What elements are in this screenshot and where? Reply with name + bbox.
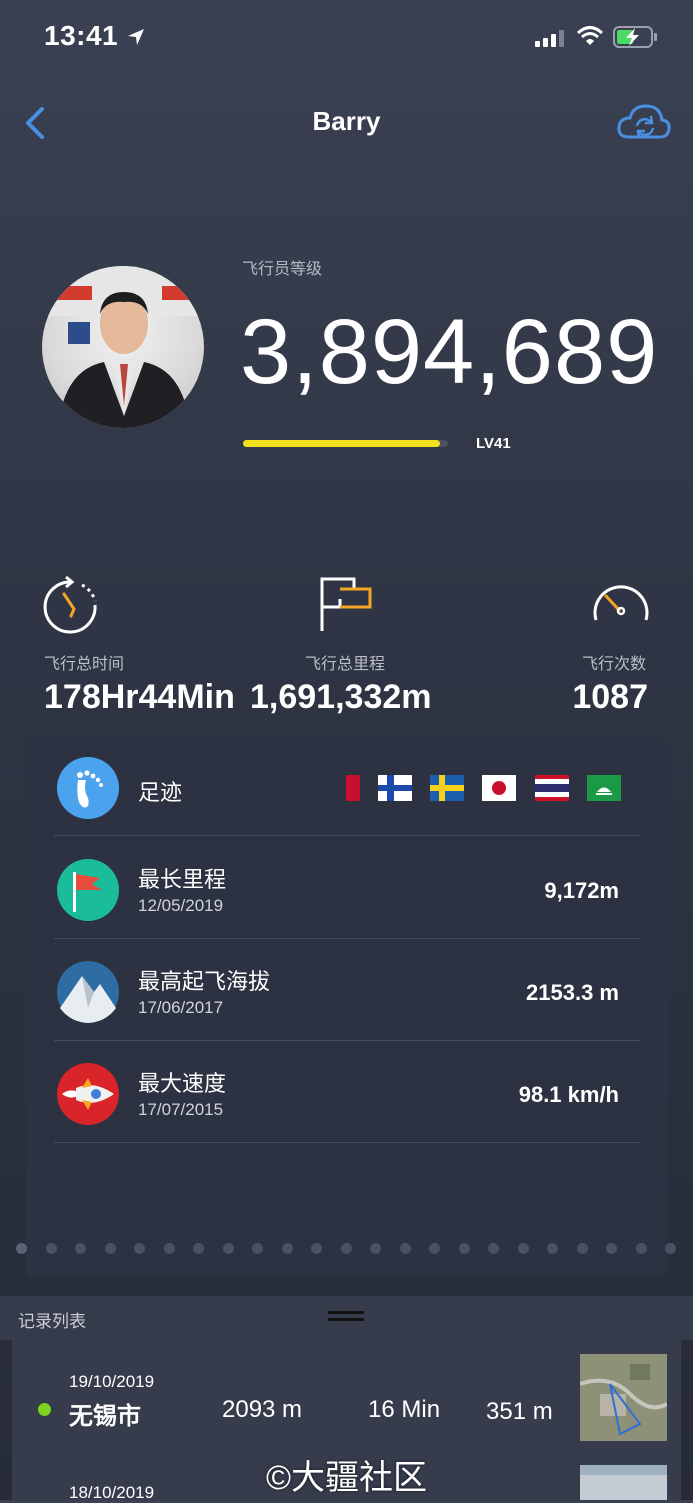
page-dot[interactable] xyxy=(222,1243,234,1254)
page-dot[interactable] xyxy=(547,1243,558,1254)
page-dot[interactable] xyxy=(635,1243,647,1254)
record-list-date: 19/10/2019 xyxy=(69,1372,155,1391)
page-dot[interactable] xyxy=(429,1243,440,1254)
footprint-label: 足迹 xyxy=(138,780,183,805)
thailand-flag-icon xyxy=(535,775,569,801)
record-date: 12/05/2019 xyxy=(138,896,224,915)
page-dot[interactable] xyxy=(311,1243,322,1254)
avatar[interactable] xyxy=(42,266,204,428)
page-dot[interactable] xyxy=(252,1243,263,1254)
page-dot[interactable] xyxy=(458,1243,470,1254)
cloud-sync-icon[interactable] xyxy=(616,101,672,143)
record-date: 17/06/2017 xyxy=(138,998,224,1017)
stat-label-total-time: 飞行总时间 xyxy=(44,656,125,673)
page-dot[interactable] xyxy=(75,1243,86,1254)
map-thumbnail xyxy=(580,1354,667,1441)
page-dot[interactable] xyxy=(606,1243,617,1254)
stat-label-flight-count: 飞行次数 xyxy=(582,656,647,673)
red-flag-badge-icon xyxy=(57,859,119,921)
speedometer-icon xyxy=(593,585,649,621)
page-dot[interactable] xyxy=(134,1243,145,1254)
record-title: 最长里程 xyxy=(138,867,227,892)
record-list-distance: 2093 m xyxy=(222,1396,303,1423)
divider xyxy=(54,938,640,939)
page-title: Barry xyxy=(312,106,381,136)
stat-label-total-distance: 飞行总里程 xyxy=(305,656,386,673)
divider xyxy=(54,1142,640,1143)
footprint-icon xyxy=(57,757,119,819)
record-list-duration: 16 Min xyxy=(368,1396,441,1423)
level-label: 飞行员等级 xyxy=(242,261,323,278)
level-progress-fill xyxy=(243,440,440,447)
sweden-flag-icon xyxy=(430,775,464,801)
status-dot-icon xyxy=(38,1403,51,1416)
finland-flag-icon xyxy=(378,775,412,801)
rocket-badge-icon xyxy=(57,1063,119,1125)
location-arrow-icon xyxy=(128,29,144,45)
watermark: ©大疆社区 xyxy=(265,1459,428,1497)
battery-charging-icon xyxy=(613,26,657,48)
stat-value-total-distance: 1,691,332m xyxy=(250,678,432,716)
record-title: 最高起飞海拔 xyxy=(138,969,271,994)
stopwatch-icon xyxy=(43,575,97,634)
page-dot[interactable] xyxy=(104,1243,116,1254)
page-dot[interactable] xyxy=(399,1243,411,1254)
page-dot[interactable] xyxy=(45,1243,57,1254)
divider xyxy=(54,1040,640,1041)
macau-flag-icon xyxy=(587,775,621,801)
page-dot[interactable] xyxy=(370,1243,381,1254)
divider xyxy=(54,835,640,836)
drag-handle-icon[interactable] xyxy=(328,1309,364,1323)
page-dot[interactable] xyxy=(665,1243,676,1254)
record-value: 9,172m xyxy=(544,878,619,903)
page-dot[interactable] xyxy=(16,1243,27,1254)
status-time: 13:41 xyxy=(44,20,119,51)
record-list-altitude: 351 m xyxy=(486,1398,553,1425)
japan-flag-icon xyxy=(482,775,516,801)
record-date: 17/07/2015 xyxy=(138,1100,224,1119)
record-list-place: 无锡市 xyxy=(69,1403,141,1430)
wifi-icon xyxy=(576,26,604,45)
stat-value-total-time: 178Hr44Min xyxy=(44,678,235,716)
page-dot[interactable] xyxy=(281,1243,293,1254)
page-dot[interactable] xyxy=(488,1243,499,1254)
achievement-card[interactable] xyxy=(26,737,667,1277)
signal-icon xyxy=(535,30,569,47)
flag-icon xyxy=(320,577,372,631)
record-value: 98.1 km/h xyxy=(518,1082,619,1107)
pilot-score: 3,894,689 xyxy=(240,301,659,403)
record-value: 2153.3 m xyxy=(526,980,619,1005)
level-badge: LV41 xyxy=(476,435,511,452)
record-list-title: 记录列表 xyxy=(18,1312,86,1331)
record-title: 最大速度 xyxy=(138,1071,227,1096)
page-dot[interactable] xyxy=(163,1243,175,1254)
page-dot[interactable] xyxy=(193,1243,204,1254)
partial-red-flag-icon xyxy=(346,775,360,801)
page-dot[interactable] xyxy=(576,1243,588,1254)
page-dot[interactable] xyxy=(340,1243,352,1254)
page-dot[interactable] xyxy=(517,1243,529,1254)
mountain-badge-icon xyxy=(57,961,119,1023)
stat-value-flight-count: 1087 xyxy=(572,678,648,716)
